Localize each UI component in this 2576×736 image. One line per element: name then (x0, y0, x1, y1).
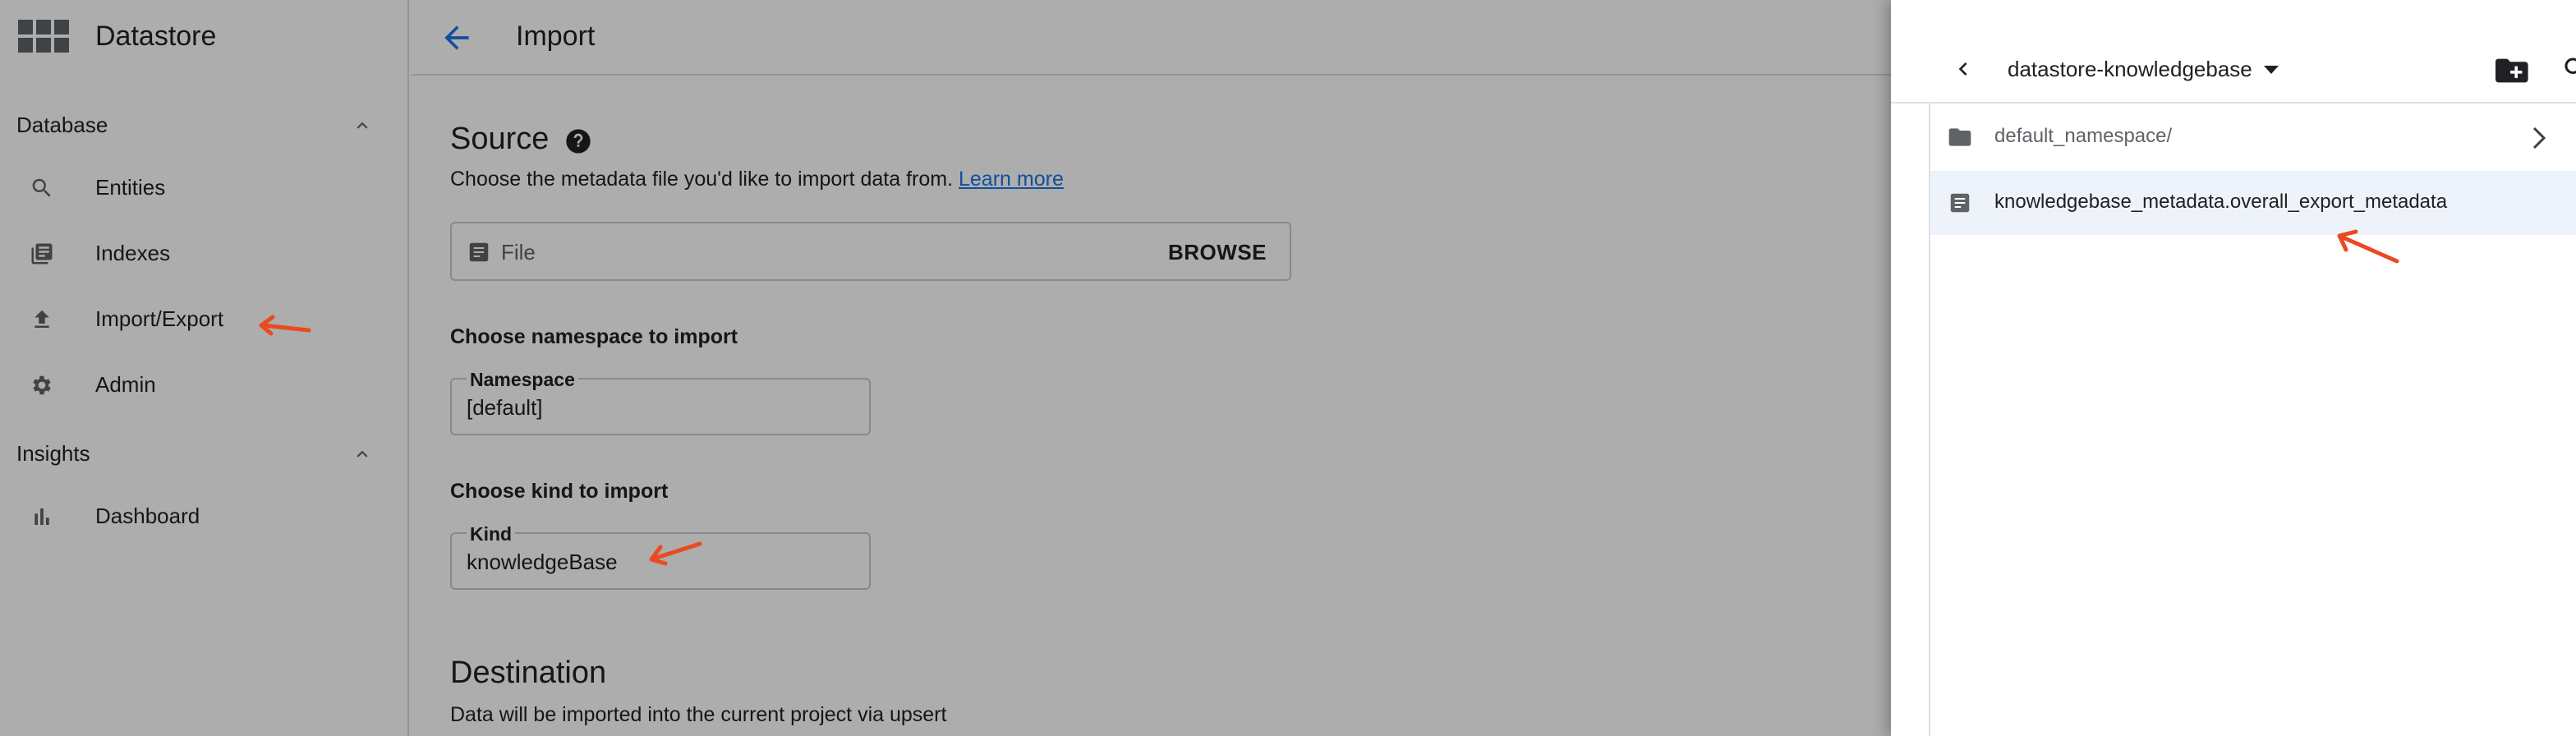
folder-name: default_namespace/ (1994, 125, 2173, 147)
annotation-arrow-icon (259, 315, 311, 336)
annotation-arrow-icon (2337, 229, 2399, 264)
section-database[interactable]: Database (0, 100, 407, 150)
namespace-label: Namespace (467, 368, 578, 391)
search-icon (32, 178, 51, 197)
kind-value: knowledgeBase (467, 550, 618, 574)
sidebar-item-import-export[interactable]: Import/Export (0, 292, 407, 345)
destination-description: Data will be imported into the current p… (450, 703, 947, 726)
gear-icon (33, 375, 51, 395)
chevron-up-icon[interactable] (352, 444, 373, 465)
sidebar-item-label: Dashboard (95, 504, 200, 528)
file-picker-panel: datastore-knowledgebase default_namespac… (1891, 0, 2576, 736)
sidebar-item-label: Admin (95, 372, 156, 397)
section-database-label: Database (16, 113, 108, 137)
source-description-text: Choose the metadata file you'd like to i… (450, 168, 954, 191)
page-title: Import (516, 21, 596, 52)
sidebar-item-dashboard[interactable]: Dashboard (0, 490, 407, 542)
file-icon (469, 242, 489, 262)
create-new-folder-icon[interactable] (2492, 56, 2528, 85)
learn-more-link[interactable]: Learn more (959, 168, 1064, 191)
chevron-left-icon[interactable] (1950, 54, 1976, 84)
kind-section-title: Choose kind to import (450, 480, 669, 503)
sidebar-item-label: Indexes (95, 241, 171, 265)
file-icon (1950, 193, 1970, 213)
caret-down-icon[interactable] (2262, 64, 2280, 76)
bucket-selector[interactable]: datastore-knowledgebase (2008, 56, 2252, 82)
kind-label: Kind (467, 522, 516, 545)
annotation-arrow-icon (649, 541, 702, 566)
destination-heading: Destination (450, 656, 607, 690)
app-header: Datastore (0, 0, 407, 72)
search-icon[interactable] (2561, 54, 2576, 84)
list-item-file[interactable]: knowledgebase_metadata.overall_export_me… (1930, 171, 2576, 235)
upload-icon (34, 310, 49, 328)
sidebar-item-label: Entities (95, 175, 166, 200)
chevron-right-icon[interactable] (2530, 125, 2548, 151)
apps-grid-icon[interactable] (18, 20, 69, 53)
indexes-icon (31, 243, 53, 264)
list-item-folder[interactable]: default_namespace/ (1930, 105, 2576, 169)
file-input[interactable]: File BROWSE (450, 222, 1291, 281)
source-description: Choose the metadata file you'd like to i… (450, 166, 1064, 192)
source-heading: Source (450, 122, 550, 156)
file-name: knowledgebase_metadata.overall_export_me… (1994, 191, 2448, 213)
sidebar-nav: Datastore Database Entities Indexes Impo… (0, 0, 409, 736)
sidebar-item-indexes[interactable]: Indexes (0, 227, 407, 279)
namespace-section-title: Choose namespace to import (450, 325, 738, 348)
bar-chart-icon (34, 508, 49, 525)
file-picker-header: datastore-knowledgebase (1891, 0, 2576, 104)
namespace-value: [default] (467, 395, 543, 420)
chevron-up-icon[interactable] (352, 115, 373, 136)
app-title: Datastore (95, 21, 217, 52)
section-insights-label: Insights (16, 441, 90, 466)
sidebar-item-admin[interactable]: Admin (0, 358, 407, 411)
folder-icon (1948, 128, 1971, 146)
browse-button[interactable]: BROWSE (1168, 239, 1267, 265)
namespace-field[interactable]: Namespace [default] (450, 368, 871, 435)
section-insights[interactable]: Insights (0, 429, 407, 478)
arrow-back-icon[interactable] (439, 20, 475, 56)
file-placeholder: File (501, 240, 536, 264)
help-icon[interactable] (565, 128, 591, 154)
sidebar-item-label: Import/Export (95, 306, 224, 331)
sidebar-item-entities[interactable]: Entities (0, 161, 407, 214)
